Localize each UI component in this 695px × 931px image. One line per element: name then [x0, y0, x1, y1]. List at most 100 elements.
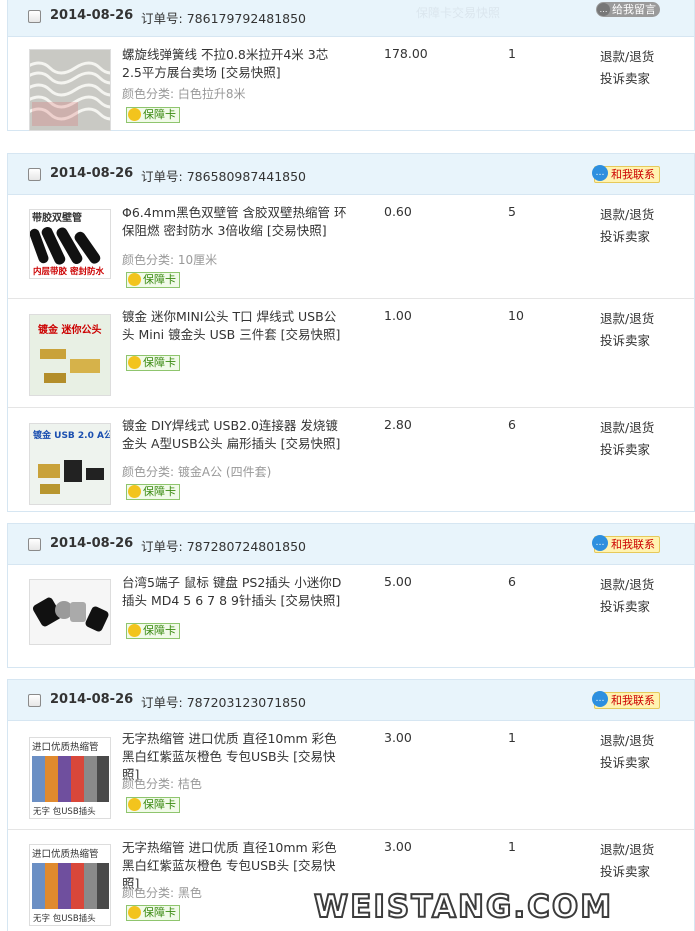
- complain-link[interactable]: 投诉卖家: [600, 330, 654, 352]
- complain-link[interactable]: 投诉卖家: [600, 226, 654, 248]
- product-thumbnail[interactable]: 进口优质热缩管 无字 包USB插头: [29, 737, 111, 819]
- item-price: 3.00: [384, 730, 412, 745]
- product-sku: 颜色分类: 桔色: [122, 777, 202, 791]
- order-number-label: 订单号:: [141, 695, 183, 710]
- product-thumbnail[interactable]: [29, 49, 111, 131]
- product-title-link[interactable]: 螺旋线弹簧线 不拉0.8米拉开4米 3芯2.5平方展台卖场 [交易快照]: [122, 46, 347, 82]
- guarantee-badge[interactable]: 保障卡: [126, 355, 180, 371]
- item-quantity: 10: [508, 308, 524, 323]
- contact-seller-label: 和我联系: [611, 538, 655, 551]
- guarantee-label: 保障卡: [143, 108, 176, 121]
- order-card: 2014-08-26 订单号: 787280724801850 … 和我联系 台湾5…: [7, 523, 695, 668]
- order-item: 进口优质热缩管 无字 包USB插头 无字热缩管 进口优质 直径10mm 彩色黑白…: [8, 721, 694, 830]
- contact-seller-button[interactable]: … 和我联系: [592, 535, 660, 553]
- thumbnail-top-text: 镀金 USB 2.0 A公: [33, 429, 110, 441]
- contact-seller-label: 和我联系: [611, 694, 655, 707]
- contact-seller-button[interactable]: … 和我联系: [592, 165, 660, 183]
- product-thumbnail[interactable]: 带胶双壁管 内层带胶 密封防水: [29, 209, 111, 279]
- item-price: 1.00: [384, 308, 412, 323]
- leave-message-button[interactable]: … 给我留言: [596, 2, 660, 17]
- order-header: 2014-08-26 订单号: 787280724801850 … 和我联系: [8, 524, 694, 565]
- product-thumbnail[interactable]: 镀金 迷你公头: [29, 314, 111, 396]
- order-select-checkbox[interactable]: [28, 694, 41, 707]
- color-tube-image: 进口优质热缩管 无字 包USB插头: [30, 845, 110, 925]
- guarantee-badge[interactable]: 保障卡: [126, 623, 180, 639]
- thumbnail-bottom-text: 无字 包USB插头: [33, 913, 96, 924]
- order-number: 订单号: 786580987441850: [141, 166, 306, 185]
- thumbnail-top-text: 带胶双壁管: [32, 211, 82, 224]
- product-sku: 颜色分类: 镀金A公 (四件套): [122, 465, 272, 479]
- guarantee-label: 保障卡: [143, 906, 176, 919]
- guarantee-label: 保障卡: [143, 798, 176, 811]
- order-select-checkbox[interactable]: [28, 538, 41, 551]
- item-price: 0.60: [384, 204, 412, 219]
- heat-shrink-tube-image: 带胶双壁管 内层带胶 密封防水: [30, 210, 110, 278]
- color-tube-image: 进口优质热缩管 无字 包USB插头: [30, 738, 110, 818]
- guarantee-badge[interactable]: 保障卡: [126, 797, 180, 813]
- item-actions: 退款/退货 投诉卖家: [600, 417, 654, 461]
- refund-link[interactable]: 退款/退货: [600, 730, 654, 752]
- product-thumbnail[interactable]: 镀金 USB 2.0 A公: [29, 423, 111, 505]
- product-thumbnail[interactable]: [29, 579, 111, 645]
- item-price: 5.00: [384, 574, 412, 589]
- complain-link[interactable]: 投诉卖家: [600, 861, 654, 883]
- din-connector-image: [30, 580, 110, 644]
- order-number: 订单号: 786179792481850: [141, 8, 306, 27]
- guarantee-icon: [128, 356, 141, 369]
- item-actions: 退款/退货 投诉卖家: [600, 204, 654, 248]
- refund-link[interactable]: 退款/退货: [600, 839, 654, 861]
- item-price: 178.00: [384, 46, 428, 61]
- guarantee-badge[interactable]: 保障卡: [126, 484, 180, 500]
- product-title-link[interactable]: Φ6.4mm黑色双壁管 含胶双壁热缩管 环保阻燃 密封防水 3倍收缩 [交易快照…: [122, 204, 347, 240]
- order-select-checkbox[interactable]: [28, 10, 41, 23]
- product-title-link[interactable]: 镀金 DIY焊线式 USB2.0连接器 发烧镀金头 A型USB公头 扁形插头 […: [122, 417, 347, 453]
- item-actions: 退款/退货 投诉卖家: [600, 574, 654, 618]
- item-quantity: 1: [508, 839, 516, 854]
- item-quantity: 6: [508, 417, 516, 432]
- item-actions: 退款/退货 投诉卖家: [600, 730, 654, 774]
- guarantee-badge[interactable]: 保障卡: [126, 272, 180, 288]
- order-date: 2014-08-26: [50, 536, 134, 551]
- order-list-page: 2014-08-26 订单号: 786179792481850 保障卡交易快照 ……: [0, 0, 695, 931]
- thumbnail-top-text: 进口优质热缩管: [32, 848, 99, 860]
- complain-link[interactable]: 投诉卖家: [600, 596, 654, 618]
- product-thumbnail[interactable]: 进口优质热缩管 无字 包USB插头: [29, 844, 111, 926]
- order-item: 螺旋线弹簧线 不拉0.8米拉开4米 3芯2.5平方展台卖场 [交易快照] 颜色分…: [8, 37, 694, 132]
- guarantee-badge[interactable]: 保障卡: [126, 905, 180, 921]
- product-title-link[interactable]: 台湾5端子 鼠标 键盘 PS2插头 小迷你D插头 MD4 5 6 7 8 9针插…: [122, 574, 347, 610]
- guarantee-icon: [128, 798, 141, 811]
- order-select-checkbox[interactable]: [28, 168, 41, 181]
- product-sku: 颜色分类: 白色拉升8米: [122, 87, 246, 101]
- complain-link[interactable]: 投诉卖家: [600, 439, 654, 461]
- order-header: 2014-08-26 订单号: 787203123071850 … 和我联系: [8, 680, 694, 721]
- guarantee-badge[interactable]: 保障卡: [126, 107, 180, 123]
- refund-link[interactable]: 退款/退货: [600, 308, 654, 330]
- thumbnail-bottom-text: 内层带胶 密封防水: [33, 266, 104, 277]
- order-date: 2014-08-26: [50, 692, 134, 707]
- faded-header-text: 保障卡交易快照: [416, 6, 501, 20]
- refund-link[interactable]: 退款/退货: [600, 574, 654, 596]
- message-bubble-icon: …: [597, 3, 610, 16]
- chat-bubble-icon: …: [592, 165, 608, 181]
- complain-link[interactable]: 投诉卖家: [600, 68, 654, 90]
- watermark-text: WEISTANG.COM: [313, 888, 614, 926]
- order-number: 订单号: 787280724801850: [141, 536, 306, 555]
- product-title-link[interactable]: 镀金 迷你MINI公头 T口 焊线式 USB公头 Mini 镀金头 USB 三件…: [122, 308, 347, 344]
- contact-seller-button[interactable]: … 和我联系: [592, 691, 660, 709]
- product-sku: 颜色分类: 10厘米: [122, 253, 218, 267]
- item-actions: 退款/退货 投诉卖家: [600, 46, 654, 90]
- refund-link[interactable]: 退款/退货: [600, 46, 654, 68]
- order-number-value: 787203123071850: [186, 695, 307, 710]
- item-price: 2.80: [384, 417, 412, 432]
- mini-usb-plug-image: 镀金 迷你公头: [30, 315, 110, 395]
- item-price: 3.00: [384, 839, 412, 854]
- guarantee-icon: [128, 108, 141, 121]
- order-number: 订单号: 787203123071850: [141, 692, 306, 711]
- order-item: 镀金 USB 2.0 A公 镀金 DIY焊线式 USB2.0连接器 发烧镀金头 …: [8, 408, 694, 514]
- refund-link[interactable]: 退款/退货: [600, 204, 654, 226]
- thumbnail-bottom-text: 无字 包USB插头: [33, 806, 96, 817]
- refund-link[interactable]: 退款/退货: [600, 417, 654, 439]
- usb-a-plug-image: 镀金 USB 2.0 A公: [30, 424, 110, 504]
- complain-link[interactable]: 投诉卖家: [600, 752, 654, 774]
- item-quantity: 1: [508, 730, 516, 745]
